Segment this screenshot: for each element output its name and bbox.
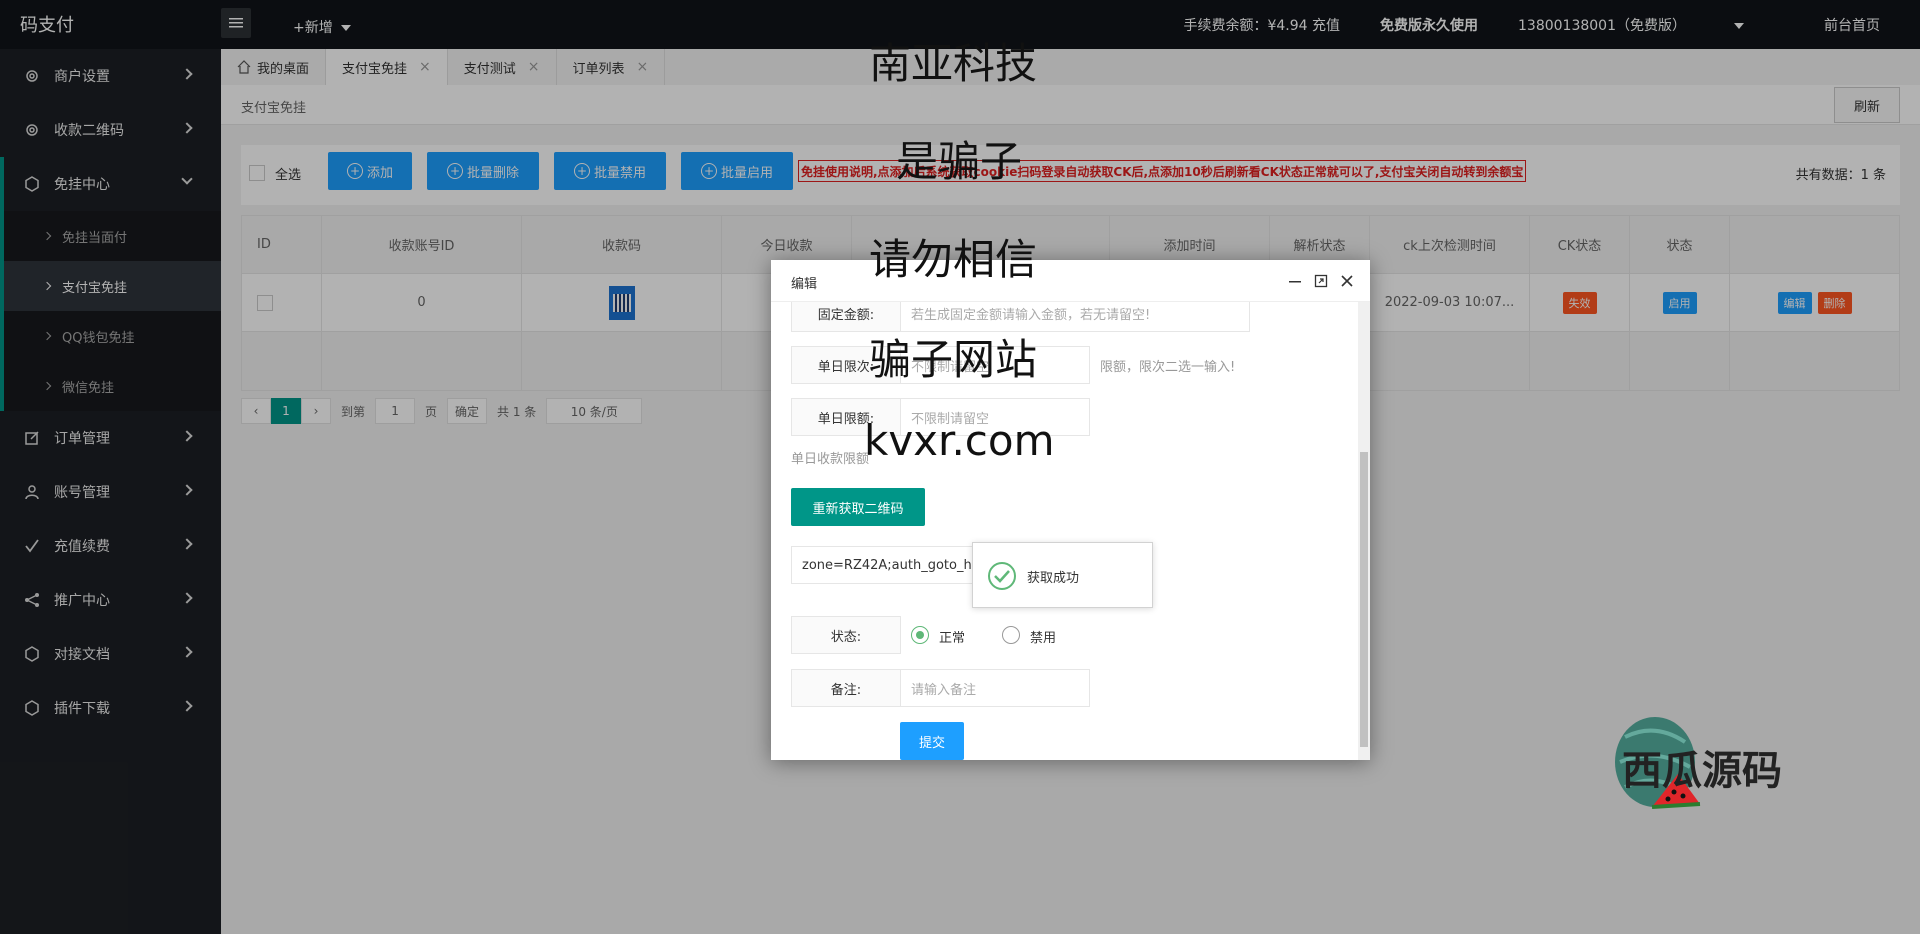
watermark-text-1: 南亚科技 bbox=[869, 39, 1038, 88]
success-toast: 获取成功 bbox=[972, 542, 1153, 608]
toast-text: 获取成功 bbox=[1027, 571, 1080, 586]
watermark-text-5: kvxr.com bbox=[864, 416, 1055, 465]
modal-scrollbar[interactable] bbox=[1358, 302, 1370, 760]
status-disabled-radio[interactable] bbox=[1002, 626, 1020, 644]
status-disabled-label: 禁用 bbox=[1030, 631, 1057, 646]
daily-count-hint: 限额，限次二选一输入! bbox=[1100, 360, 1236, 375]
status-normal-label: 正常 bbox=[939, 631, 966, 646]
remark-input[interactable]: 请输入备注 bbox=[900, 669, 1090, 707]
check-circle-icon bbox=[988, 562, 1016, 590]
status-label: 状态: bbox=[791, 616, 901, 654]
status-normal-radio[interactable] bbox=[911, 626, 929, 644]
regenerate-qrcode-button[interactable]: 重新获取二维码 bbox=[791, 488, 925, 526]
modal-body: 固定金额: 若生成固定金额请输入金额，若无请留空! 单日限次: 不限制请留空 限… bbox=[771, 302, 1370, 760]
watermark-text-3: 请勿相信 bbox=[869, 235, 1038, 284]
minimize-icon[interactable] bbox=[1288, 274, 1302, 288]
edit-modal: 编辑 固定金额: 若生成固定金额请输入金额，若无请留空! 单日限次: 不限制请留… bbox=[771, 260, 1370, 760]
close-icon[interactable] bbox=[1340, 274, 1354, 288]
maximize-icon[interactable] bbox=[1314, 274, 1328, 288]
watermark-text-2: 是骗子 bbox=[896, 137, 1023, 186]
watermark-text-4: 骗子网站 bbox=[869, 335, 1038, 384]
submit-button[interactable]: 提交 bbox=[900, 722, 964, 760]
daily-limit-hint: 单日收款限额 bbox=[791, 452, 870, 467]
modal-header: 编辑 bbox=[771, 260, 1370, 302]
modal-title: 编辑 bbox=[791, 277, 818, 292]
brand-name: 西瓜源码 bbox=[1622, 748, 1782, 794]
remark-label: 备注: bbox=[791, 669, 901, 707]
